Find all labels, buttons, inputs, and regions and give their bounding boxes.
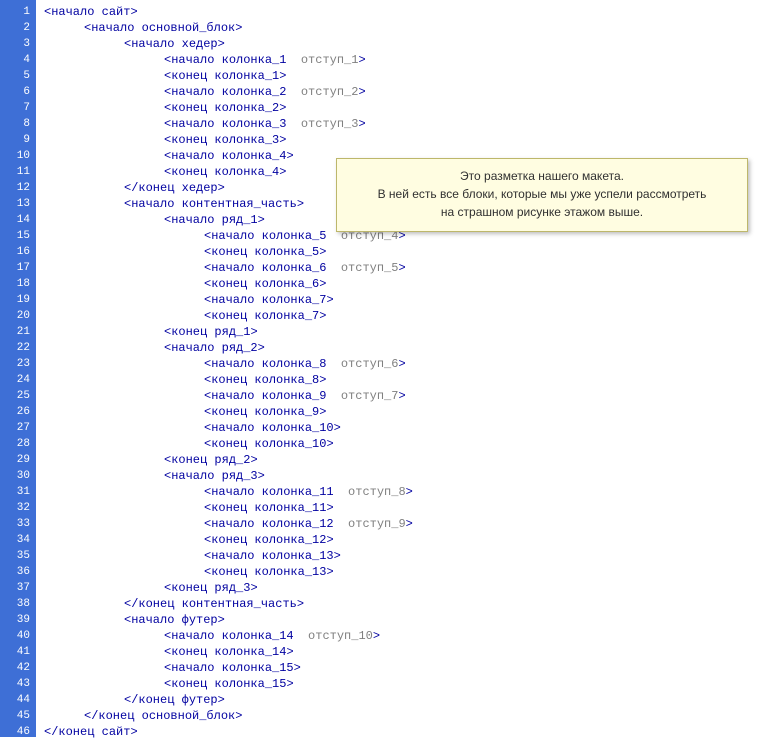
line-number: 41 — [0, 644, 36, 660]
code-line[interactable]: <конец колонка_7> — [36, 308, 760, 324]
code-line[interactable]: <начало колонка_13> — [36, 548, 760, 564]
code-line[interactable]: <начало ряд_2> — [36, 340, 760, 356]
line-number: 33 — [0, 516, 36, 532]
line-number: 36 — [0, 564, 36, 580]
code-line[interactable]: <начало колонка_1 отступ_1> — [36, 52, 760, 68]
code-line[interactable]: <конец колонка_1> — [36, 68, 760, 84]
code-line[interactable]: <начало колонка_11 отступ_8> — [36, 484, 760, 500]
line-number: 22 — [0, 340, 36, 356]
code-line[interactable]: <конец колонка_13> — [36, 564, 760, 580]
line-number: 13 — [0, 196, 36, 212]
code-line[interactable]: <конец ряд_3> — [36, 580, 760, 596]
code-line[interactable]: <начало колонка_2 отступ_2> — [36, 84, 760, 100]
line-number: 34 — [0, 532, 36, 548]
code-area[interactable]: <начало сайт><начало основной_блок><нача… — [36, 4, 760, 740]
code-line[interactable]: <конец колонка_11> — [36, 500, 760, 516]
line-number: 39 — [0, 612, 36, 628]
code-line[interactable]: <начало футер> — [36, 612, 760, 628]
line-number: 26 — [0, 404, 36, 420]
line-number: 16 — [0, 244, 36, 260]
code-editor: 1234567891011121314151617181920212223242… — [0, 0, 760, 737]
code-line[interactable]: <начало колонка_8 отступ_6> — [36, 356, 760, 372]
line-number: 43 — [0, 676, 36, 692]
line-number-gutter: 1234567891011121314151617181920212223242… — [0, 0, 36, 737]
line-number: 44 — [0, 692, 36, 708]
code-line[interactable]: <начало колонка_12 отступ_9> — [36, 516, 760, 532]
line-number: 7 — [0, 100, 36, 116]
line-number: 30 — [0, 468, 36, 484]
line-number: 3 — [0, 36, 36, 52]
code-line[interactable]: <начало колонка_9 отступ_7> — [36, 388, 760, 404]
line-number: 37 — [0, 580, 36, 596]
line-number: 21 — [0, 324, 36, 340]
line-number: 14 — [0, 212, 36, 228]
code-line[interactable]: <начало колонка_3 отступ_3> — [36, 116, 760, 132]
line-number: 17 — [0, 260, 36, 276]
line-number: 23 — [0, 356, 36, 372]
line-number: 28 — [0, 436, 36, 452]
code-line[interactable]: <конец ряд_2> — [36, 452, 760, 468]
code-line[interactable]: <начало хедер> — [36, 36, 760, 52]
line-number: 1 — [0, 4, 36, 20]
line-number: 11 — [0, 164, 36, 180]
code-line[interactable]: <начало колонка_7> — [36, 292, 760, 308]
line-number: 2 — [0, 20, 36, 36]
code-line[interactable]: </конец футер> — [36, 692, 760, 708]
line-number: 40 — [0, 628, 36, 644]
callout-line: на страшном рисунке этажом выше. — [347, 203, 737, 221]
line-number: 42 — [0, 660, 36, 676]
code-line[interactable]: <конец колонка_9> — [36, 404, 760, 420]
code-line[interactable]: <начало колонка_15> — [36, 660, 760, 676]
line-number: 29 — [0, 452, 36, 468]
line-number: 38 — [0, 596, 36, 612]
code-line[interactable]: <начало сайт> — [36, 4, 760, 20]
code-line[interactable]: </конец основной_блок> — [36, 708, 760, 724]
line-number: 32 — [0, 500, 36, 516]
line-number: 19 — [0, 292, 36, 308]
callout-line: В ней есть все блоки, которые мы уже усп… — [347, 185, 737, 203]
code-line[interactable]: </конец сайт> — [36, 724, 760, 740]
line-number: 10 — [0, 148, 36, 164]
code-line[interactable]: <конец колонка_2> — [36, 100, 760, 116]
line-number: 20 — [0, 308, 36, 324]
code-line[interactable]: <конец колонка_6> — [36, 276, 760, 292]
line-number: 18 — [0, 276, 36, 292]
code-line[interactable]: <начало колонка_14 отступ_10> — [36, 628, 760, 644]
line-number: 5 — [0, 68, 36, 84]
code-line[interactable]: <конец колонка_14> — [36, 644, 760, 660]
line-number: 12 — [0, 180, 36, 196]
line-number: 15 — [0, 228, 36, 244]
code-line[interactable]: <начало основной_блок> — [36, 20, 760, 36]
code-line[interactable]: <конец колонка_15> — [36, 676, 760, 692]
code-line[interactable]: <конец колонка_8> — [36, 372, 760, 388]
annotation-callout: Это разметка нашего макета. В ней есть в… — [336, 158, 748, 232]
line-number: 9 — [0, 132, 36, 148]
line-number: 45 — [0, 708, 36, 724]
line-number: 27 — [0, 420, 36, 436]
line-number: 4 — [0, 52, 36, 68]
code-line[interactable]: <начало ряд_3> — [36, 468, 760, 484]
code-line[interactable]: <конец колонка_10> — [36, 436, 760, 452]
code-line[interactable]: <конец колонка_5> — [36, 244, 760, 260]
line-number: 31 — [0, 484, 36, 500]
line-number: 8 — [0, 116, 36, 132]
line-number: 46 — [0, 724, 36, 740]
line-number: 35 — [0, 548, 36, 564]
code-line[interactable]: <конец колонка_12> — [36, 532, 760, 548]
code-line[interactable]: <конец ряд_1> — [36, 324, 760, 340]
code-line[interactable]: </конец контентная_часть> — [36, 596, 760, 612]
line-number: 25 — [0, 388, 36, 404]
code-line[interactable]: <начало колонка_10> — [36, 420, 760, 436]
line-number: 6 — [0, 84, 36, 100]
code-line[interactable]: <начало колонка_6 отступ_5> — [36, 260, 760, 276]
line-number: 24 — [0, 372, 36, 388]
callout-line: Это разметка нашего макета. — [347, 167, 737, 185]
code-line[interactable]: <конец колонка_3> — [36, 132, 760, 148]
